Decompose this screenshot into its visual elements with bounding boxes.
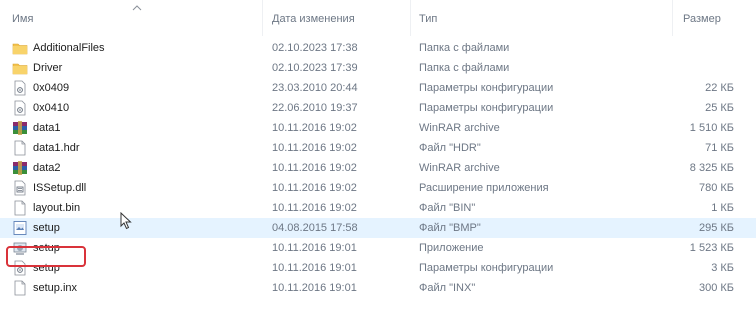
file-date-modified: 10.11.2016 19:02 [272,162,357,174]
mouse-pointer-icon [120,211,132,230]
file-name: data1.hdr [33,142,80,154]
file-row[interactable]: layout.bin 10.11.2016 19:02 Файл "BIN" 1 КБ [0,198,756,218]
file-size: 25 КБ [705,102,734,114]
file-name: setup.inx [33,282,78,294]
file-row[interactable]: setup 10.11.2016 19:01 Приложение 1 523 КБ [0,238,756,258]
file-size: 295 КБ [698,222,734,234]
file-type: Расширение приложения [419,182,549,194]
file-icon [12,140,28,156]
file-size: 3 КБ [711,262,734,274]
file-row[interactable]: data2 10.11.2016 19:02 WinRAR archive 8 325… [0,158,756,178]
file-date-modified: 02.10.2023 17:38 [272,42,358,54]
file-type: Папка с файлами [419,62,510,74]
file-name: layout.bin [33,202,81,214]
file-type: Параметры конфигурации [419,102,554,114]
file-name: setup [33,222,60,234]
file-name: ISSetup.dll [33,182,87,194]
file-name: data2 [33,162,61,174]
file-type: WinRAR archive [419,162,500,174]
file-date-modified: 10.11.2016 19:02 [272,122,357,134]
file-date-modified: 10.11.2016 19:02 [272,182,357,194]
file-name: 0x0410 [33,102,70,114]
file-date-modified: 10.11.2016 19:02 [272,142,357,154]
file-size: 300 КБ [698,282,734,294]
file-size: 1 КБ [711,202,734,214]
column-header-name[interactable]: Имя [12,13,33,25]
file-date-modified: 23.03.2010 20:44 [272,82,358,94]
file-date-modified: 10.11.2016 19:02 [272,202,357,214]
file-type: Папка с файлами [419,42,510,54]
file-type: Приложение [419,242,484,254]
winrar-archive-icon [12,120,28,136]
sort-ascending-icon [132,4,142,12]
file-size: 1 510 КБ [689,122,734,134]
folder-icon [12,40,28,56]
file-icon [12,280,28,296]
file-size: 1 523 КБ [689,242,734,254]
file-row[interactable]: data1.hdr 10.11.2016 19:02 Файл "HDR" 71 КБ [0,138,756,158]
file-type: Параметры конфигурации [419,262,554,274]
column-divider[interactable] [410,0,411,36]
file-type: Файл "HDR" [419,142,481,154]
file-row[interactable]: 0x0409 23.03.2010 20:44 Параметры конфигур… [0,78,756,98]
file-name: 0x0409 [33,82,70,94]
column-divider[interactable] [262,0,263,36]
file-date-modified: 10.11.2016 19:01 [272,282,357,294]
file-row[interactable]: 0x0410 22.06.2010 19:37 Параметры конфигур… [0,98,756,118]
bitmap-file-icon [12,220,28,236]
file-size: 780 КБ [698,182,734,194]
file-size: 22 КБ [705,82,734,94]
file-size: 71 КБ [705,142,734,154]
column-header-type[interactable]: Тип [419,13,437,25]
file-date-modified: 22.06.2010 19:37 [272,102,358,114]
file-row[interactable]: data1 10.11.2016 19:02 WinRAR archive 1 510… [0,118,756,138]
column-header-date[interactable]: Дата изменения [272,13,355,25]
file-row[interactable]: setup 04.08.2015 17:58 Файл "BMP" 295 КБ [0,218,756,238]
file-type: Файл "BMP" [419,222,481,234]
file-row[interactable]: setup 10.11.2016 19:01 Параметры конфигура… [0,258,756,278]
column-header-bar: Имя Дата изменения Тип Размер [0,0,756,36]
file-name: Driver [33,62,63,74]
file-date-modified: 10.11.2016 19:01 [272,242,357,254]
file-row[interactable]: Driver 02.10.2023 17:39 Папка с файлами [0,58,756,78]
file-date-modified: 02.10.2023 17:39 [272,62,358,74]
dll-file-icon [12,180,28,196]
winrar-archive-icon [12,160,28,176]
file-type: WinRAR archive [419,122,500,134]
file-type: Параметры конфигурации [419,82,554,94]
file-icon [12,200,28,216]
file-name: AdditionalFiles [33,42,105,54]
file-type: Файл "BIN" [419,202,476,214]
file-date-modified: 10.11.2016 19:01 [272,262,357,274]
folder-icon [12,60,28,76]
file-name: data1 [33,122,61,134]
file-date-modified: 04.08.2015 17:58 [272,222,358,234]
column-header-size[interactable]: Размер [683,13,721,25]
column-divider[interactable] [672,0,673,36]
highlight-annotation-box [6,246,86,267]
file-size: 8 325 КБ [689,162,734,174]
config-file-icon [12,80,28,96]
file-type: Файл "INX" [419,282,476,294]
file-row[interactable]: ISSetup.dll 10.11.2016 19:02 Расширение пр… [0,178,756,198]
file-row[interactable]: setup.inx 10.11.2016 19:01 Файл "INX" 300 К… [0,278,756,298]
config-file-icon [12,100,28,116]
file-row[interactable]: AdditionalFiles 02.10.2023 17:38 Папка с ф… [0,38,756,58]
